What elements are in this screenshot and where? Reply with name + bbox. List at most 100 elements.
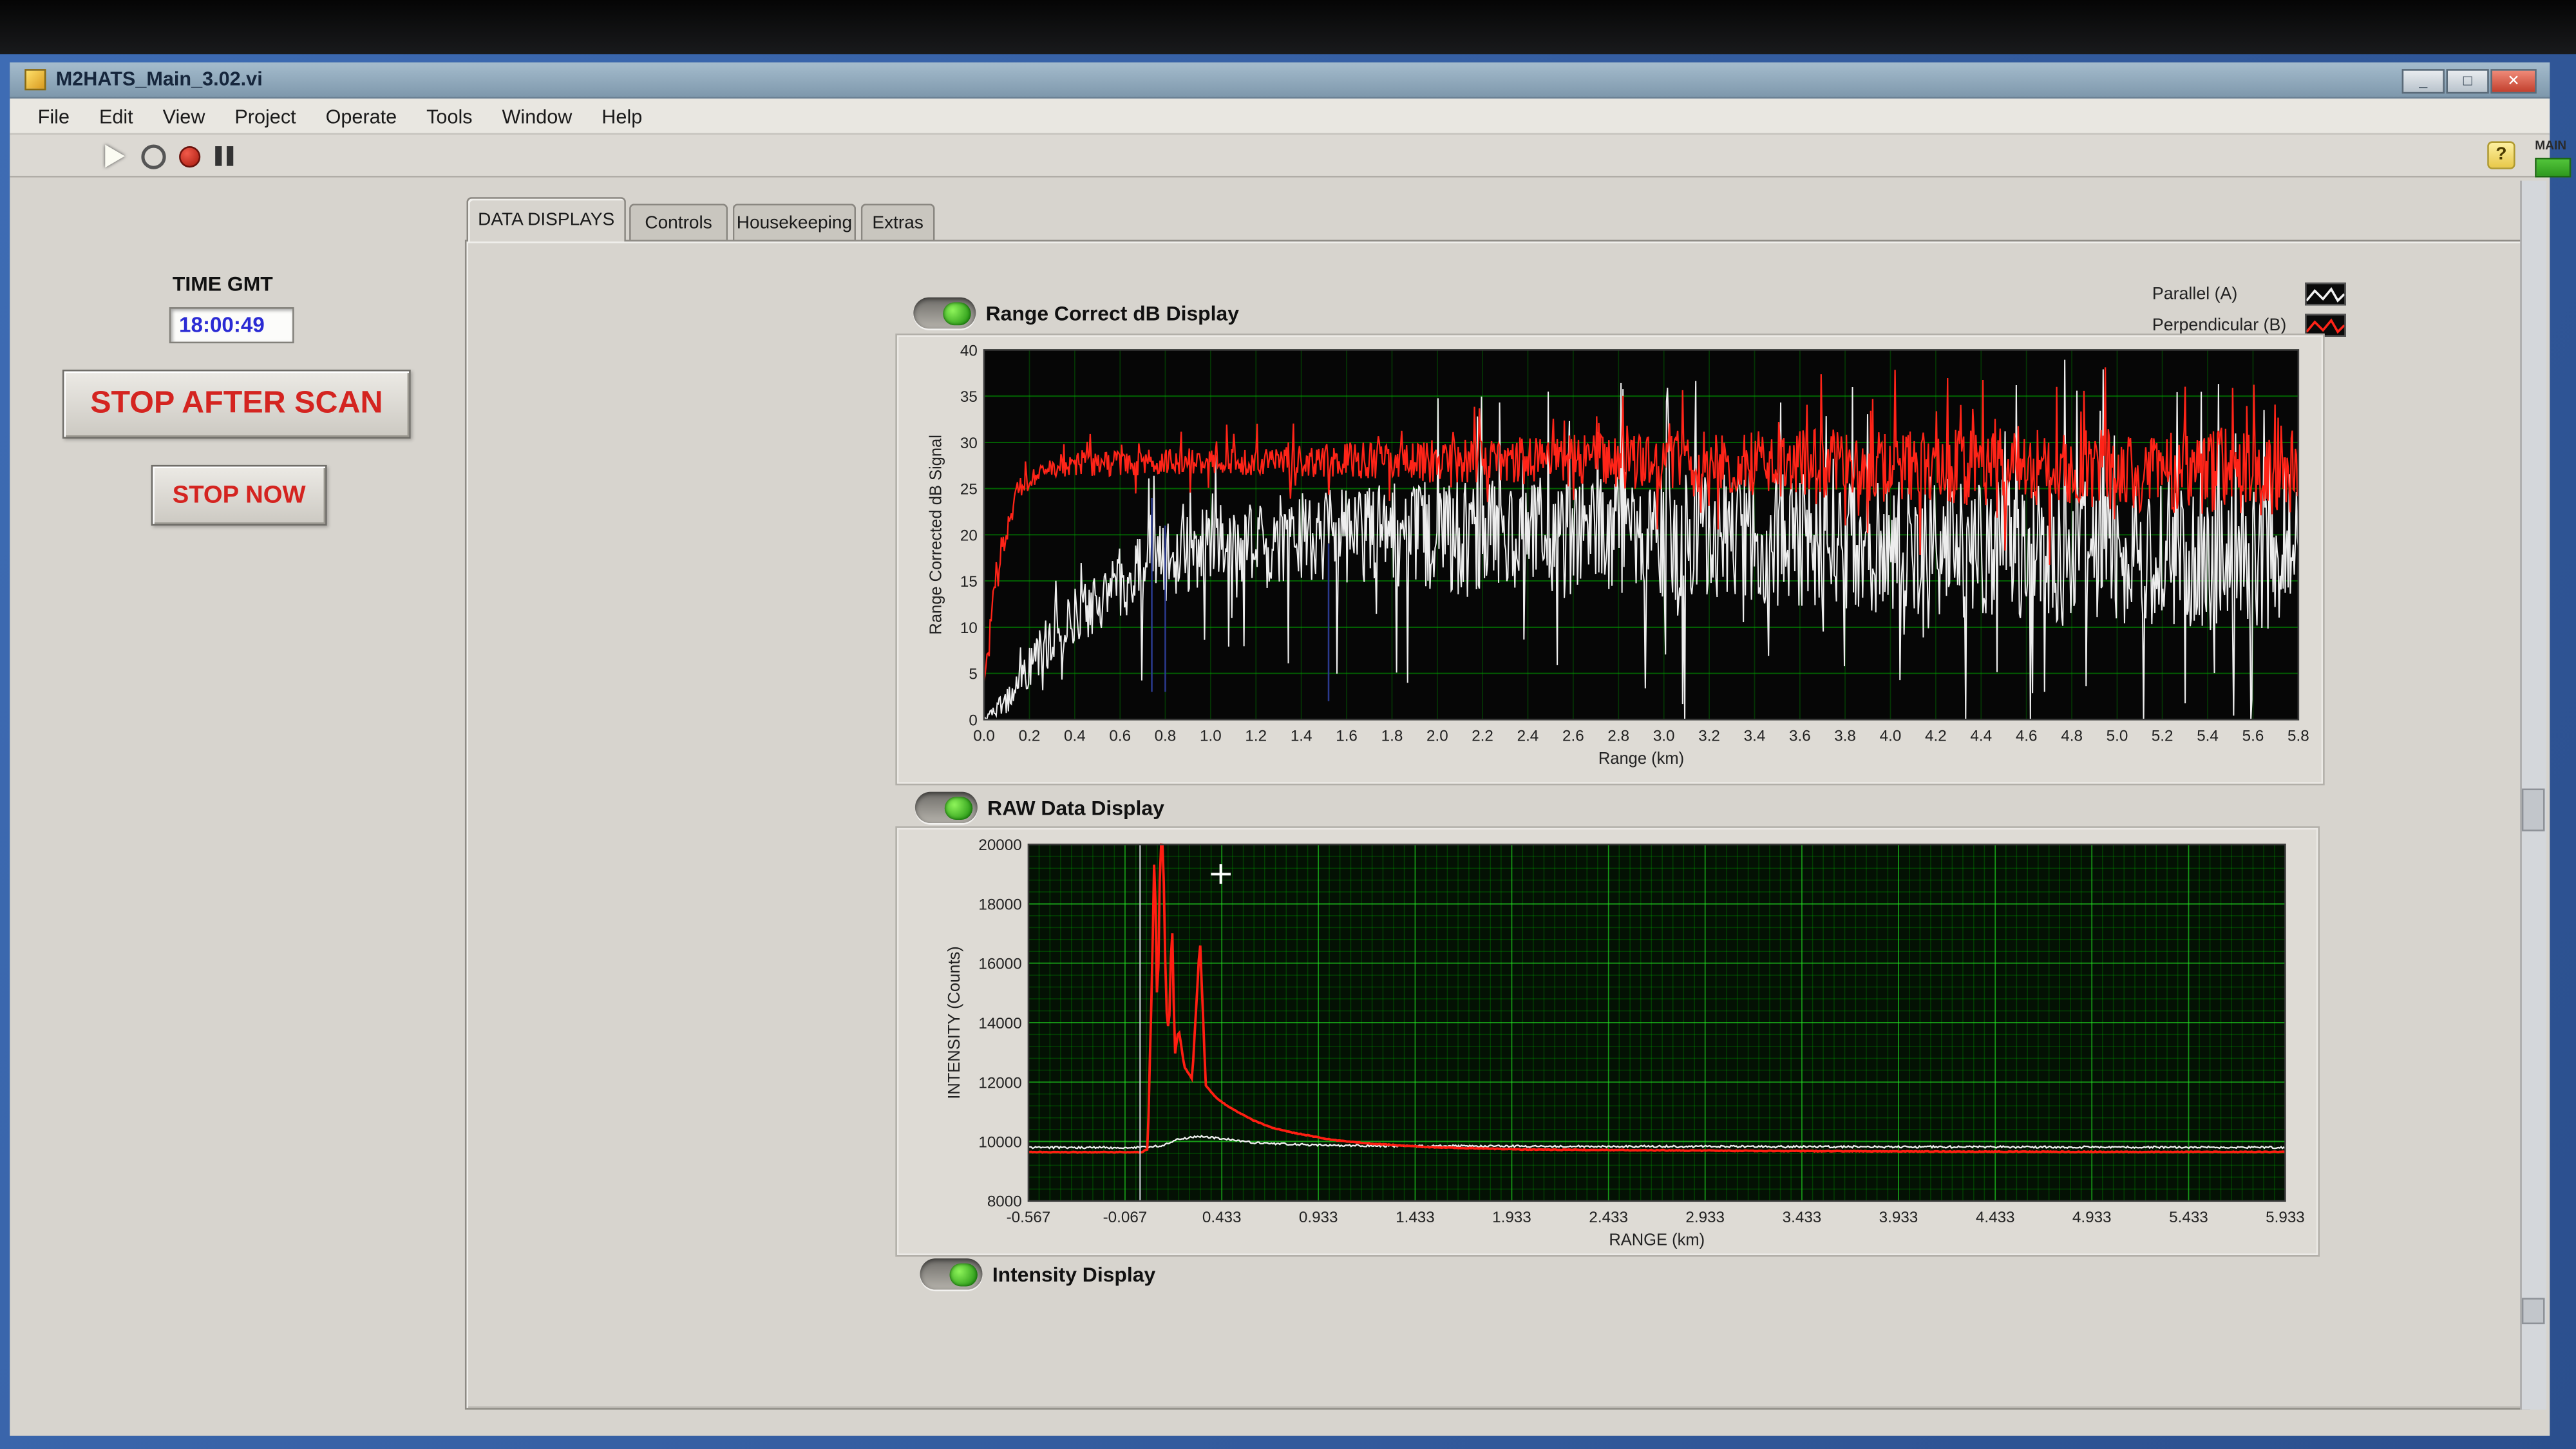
svg-text:1.6: 1.6 (1336, 728, 1358, 745)
menu-item-view[interactable]: View (148, 98, 220, 134)
svg-text:12000: 12000 (978, 1074, 1021, 1092)
monitor-bezel (0, 0, 2576, 54)
svg-text:3.4: 3.4 (1744, 728, 1766, 745)
svg-text:8000: 8000 (987, 1193, 1022, 1211)
menu-item-project[interactable]: Project (220, 98, 310, 134)
minimize-button[interactable]: _ (2402, 69, 2445, 93)
toolbar (10, 135, 2550, 177)
pause-icon (215, 146, 233, 166)
abort-icon (179, 146, 200, 167)
svg-text:0.4: 0.4 (1064, 728, 1086, 745)
svg-text:3.2: 3.2 (1698, 728, 1720, 745)
abort-button[interactable] (174, 141, 205, 171)
time-gmt-label: TIME GMT (173, 272, 273, 296)
svg-text:2.433: 2.433 (1589, 1209, 1628, 1226)
maximize-button[interactable]: □ (2446, 69, 2488, 93)
svg-text:14000: 14000 (978, 1015, 1021, 1032)
svg-text:5.933: 5.933 (2266, 1209, 2305, 1226)
svg-text:16000: 16000 (978, 956, 1021, 973)
svg-text:4.2: 4.2 (1925, 728, 1947, 745)
range-db-toggle[interactable] (913, 298, 976, 328)
tab-controls[interactable]: Controls (629, 204, 728, 242)
svg-text:2.8: 2.8 (1607, 728, 1629, 745)
legend-perpendicular-label: Perpendicular (B) (2152, 316, 2286, 336)
svg-text:2.2: 2.2 (1472, 728, 1493, 745)
toggle-knob (943, 301, 971, 325)
title-bar[interactable] (10, 62, 2550, 99)
tab-data-displays[interactable]: DATA DISPLAYS (466, 197, 625, 242)
tab-extras[interactable]: Extras (861, 204, 935, 242)
stop-now-button[interactable]: STOP NOW (151, 465, 327, 526)
svg-text:25: 25 (960, 481, 978, 498)
photo-stage: M2HATS_Main_3.02.vi _ □ ✕ File Edit View… (0, 0, 2576, 1449)
svg-text:0.2: 0.2 (1019, 728, 1041, 745)
svg-text:4.6: 4.6 (2016, 728, 2038, 745)
svg-text:2.6: 2.6 (1562, 728, 1584, 745)
svg-text:1.0: 1.0 (1200, 728, 1222, 745)
run-continuous-icon (141, 144, 166, 168)
svg-text:5.2: 5.2 (2152, 728, 2174, 745)
legend-parallel-label: Parallel (A) (2152, 284, 2237, 304)
scrollbar-thumb-lower[interactable] (2522, 1298, 2545, 1324)
svg-text:20000: 20000 (978, 837, 1021, 854)
menu-item-tools[interactable]: Tools (412, 98, 487, 134)
close-button[interactable]: ✕ (2490, 69, 2536, 93)
toggle-knob (945, 796, 972, 819)
menu-item-operate[interactable]: Operate (311, 98, 412, 134)
toggle-knob (949, 1262, 977, 1285)
svg-text:35: 35 (960, 388, 978, 406)
menu-bar: File Edit View Project Operate Tools Win… (10, 99, 2550, 135)
svg-text:0.8: 0.8 (1155, 728, 1177, 745)
svg-text:2.4: 2.4 (1517, 728, 1539, 745)
stop-after-scan-button[interactable]: STOP AFTER SCAN (62, 370, 411, 439)
window-title: M2HATS_Main_3.02.vi (56, 68, 263, 91)
svg-text:0.433: 0.433 (1202, 1209, 1242, 1226)
svg-text:18000: 18000 (978, 896, 1021, 914)
range-db-graph[interactable]: 0.0 0.2 0.4 0.6 0.8 1.0 1.2 1.4 1.6 1.8 2.0 2.2 2.4 2… (897, 335, 2326, 787)
svg-text:3.8: 3.8 (1834, 728, 1856, 745)
svg-text:30: 30 (960, 435, 978, 452)
svg-text:4.0: 4.0 (1880, 728, 1902, 745)
svg-text:0.0: 0.0 (973, 728, 995, 745)
legend-row-parallel: Parallel (A) (2152, 281, 2346, 307)
scrollbar-thumb[interactable] (2522, 788, 2545, 831)
svg-text:3.433: 3.433 (1783, 1209, 1822, 1226)
run-continuous-button[interactable] (138, 141, 169, 171)
svg-text:RANGE (km): RANGE (km) (1609, 1231, 1705, 1249)
svg-text:0.6: 0.6 (1109, 728, 1131, 745)
svg-text:Range (km): Range (km) (1598, 750, 1684, 768)
svg-text:4.933: 4.933 (2072, 1209, 2112, 1226)
monitor-screen: M2HATS_Main_3.02.vi _ □ ✕ File Edit View… (0, 0, 2576, 1449)
raw-data-toggle[interactable] (915, 792, 978, 823)
range-db-graph-panel: 0.0 0.2 0.4 0.6 0.8 1.0 1.2 1.4 1.6 1.8 2.0 2.2 2.4 2… (895, 334, 2324, 786)
context-help-button[interactable]: ? (2487, 141, 2515, 169)
status-chip (2535, 158, 2571, 178)
menu-item-help[interactable]: Help (587, 98, 657, 134)
svg-text:1.2: 1.2 (1245, 728, 1267, 745)
svg-text:4.4: 4.4 (1970, 728, 1992, 745)
menu-item-file[interactable]: File (23, 98, 84, 134)
svg-text:Range Corrected dB Signal: Range Corrected dB Signal (927, 435, 945, 634)
svg-text:15: 15 (960, 573, 978, 591)
intensity-toggle[interactable] (920, 1258, 983, 1289)
svg-text:0.933: 0.933 (1299, 1209, 1338, 1226)
raw-data-graph-panel: -0.567-0.0670.4330.9331.4331.9332.4332.9… (895, 826, 2320, 1256)
svg-text:3.6: 3.6 (1789, 728, 1811, 745)
edge-label: MAIN (2535, 138, 2566, 153)
svg-text:2.0: 2.0 (1426, 728, 1448, 745)
time-gmt-display: 18:00:49 (169, 307, 294, 343)
run-button[interactable] (99, 141, 129, 171)
svg-text:5.0: 5.0 (2107, 728, 2128, 745)
svg-text:-0.567: -0.567 (1007, 1209, 1051, 1226)
raw-data-graph[interactable]: -0.567-0.0670.4330.9331.4331.9332.4332.9… (897, 828, 2322, 1258)
svg-text:1.4: 1.4 (1291, 728, 1312, 745)
menu-item-window[interactable]: Window (488, 98, 587, 134)
tab-housekeeping[interactable]: Housekeeping (733, 204, 856, 242)
svg-text:5.8: 5.8 (2287, 728, 2309, 745)
menu-item-edit[interactable]: Edit (84, 98, 148, 134)
app-icon (24, 69, 46, 90)
svg-text:1.8: 1.8 (1381, 728, 1403, 745)
svg-text:10000: 10000 (978, 1133, 1021, 1151)
pause-button[interactable] (209, 141, 240, 171)
svg-text:1.933: 1.933 (1492, 1209, 1531, 1226)
